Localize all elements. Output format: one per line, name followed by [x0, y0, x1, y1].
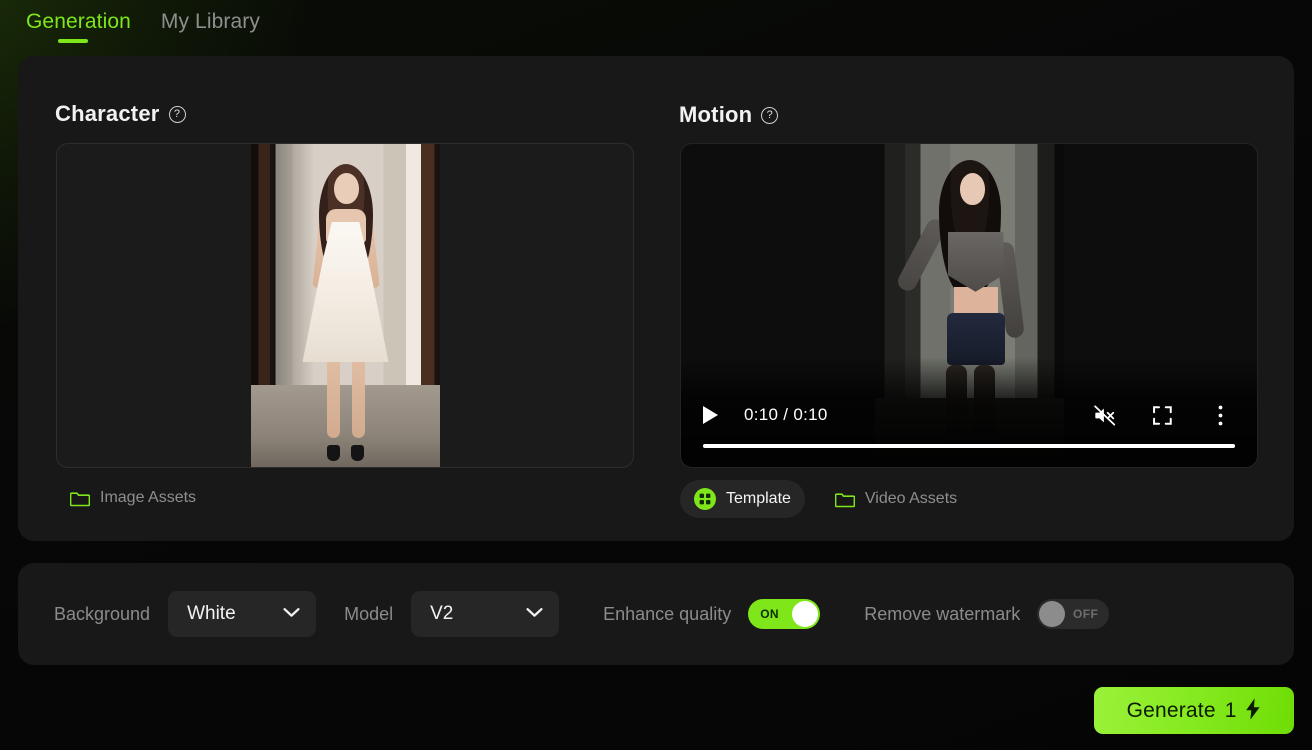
- generate-count: 1: [1224, 698, 1237, 722]
- generate-label: Generate: [1126, 698, 1216, 722]
- tab-generation-label: Generation: [26, 10, 131, 33]
- character-panel-title: Character ?: [55, 101, 186, 127]
- background-label: Background: [54, 603, 151, 624]
- character-face: [333, 173, 359, 205]
- motion-face: [959, 173, 985, 206]
- kebab-menu-icon[interactable]: [1205, 400, 1235, 430]
- remove-watermark-toggle[interactable]: OFF: [1037, 599, 1110, 629]
- motion-shorts: [946, 313, 1005, 365]
- character-image-dropzone[interactable]: [56, 143, 634, 468]
- video-controls-row: 0:10 / 0:10: [681, 395, 1257, 435]
- character-shoe-left: [326, 444, 340, 461]
- fullscreen-icon[interactable]: [1147, 400, 1177, 430]
- character-asset-row: Image Assets: [56, 481, 210, 515]
- lightning-bolt-icon: [1245, 698, 1261, 723]
- image-assets-label: Image Assets: [100, 489, 197, 506]
- character-preview-image: [251, 144, 440, 467]
- remove-watermark-state: OFF: [1073, 607, 1099, 621]
- volume-muted-icon[interactable]: [1089, 400, 1119, 430]
- enhance-quality-state: ON: [760, 607, 780, 621]
- generate-button[interactable]: Generate 1: [1094, 687, 1294, 734]
- video-progress-bar[interactable]: [703, 444, 1235, 448]
- model-select[interactable]: V2: [411, 591, 560, 637]
- background-value: White: [187, 603, 236, 624]
- top-tab-bar: Generation My Library: [0, 0, 1312, 50]
- chevron-down-icon: [283, 605, 300, 623]
- remove-watermark-knob: [1039, 601, 1066, 627]
- template-label: Template: [726, 490, 791, 507]
- character-shoe-right: [350, 444, 364, 461]
- motion-asset-row: Template Video Assets: [680, 480, 971, 518]
- app-root: Generation My Library Character ? Image …: [0, 0, 1312, 750]
- motion-video-player[interactable]: 0:10 / 0:10: [680, 143, 1258, 468]
- motion-panel-title: Motion ?: [679, 102, 779, 128]
- folder-icon: [834, 491, 855, 508]
- question-circle-icon[interactable]: ?: [168, 105, 186, 123]
- enhance-quality-label: Enhance quality: [603, 603, 732, 624]
- tab-generation[interactable]: Generation: [18, 10, 139, 46]
- enhance-quality-toggle[interactable]: ON: [748, 599, 821, 629]
- video-progress-fill: [703, 444, 1235, 448]
- generation-card: Character ? Image Assets Motion ? 0:10 /…: [18, 56, 1294, 541]
- image-assets-button[interactable]: Image Assets: [56, 481, 210, 515]
- video-assets-button[interactable]: Video Assets: [821, 482, 971, 516]
- tab-my-library[interactable]: My Library: [153, 10, 268, 46]
- remove-watermark-label: Remove watermark: [864, 603, 1021, 624]
- chevron-down-icon: [526, 605, 543, 623]
- character-floor: [251, 384, 440, 467]
- tab-my-library-label: My Library: [160, 10, 260, 33]
- background-select[interactable]: White: [168, 591, 317, 637]
- motion-title-text: Motion: [679, 102, 753, 127]
- model-value: V2: [430, 603, 454, 624]
- character-title-text: Character: [55, 101, 160, 126]
- play-icon[interactable]: [703, 404, 725, 426]
- model-label: Model: [344, 603, 394, 624]
- settings-bar: Background White Model V2 Enhance qualit…: [18, 563, 1294, 665]
- folder-icon: [70, 490, 90, 507]
- tab-active-underline: [58, 39, 88, 43]
- video-time-display: 0:10 / 0:10: [744, 405, 828, 424]
- question-circle-icon[interactable]: ?: [761, 106, 779, 124]
- character-dress: [302, 222, 389, 362]
- template-button[interactable]: Template: [680, 480, 805, 518]
- enhance-quality-knob: [792, 601, 819, 627]
- video-assets-label: Video Assets: [864, 490, 958, 507]
- grid-icon: [694, 488, 716, 510]
